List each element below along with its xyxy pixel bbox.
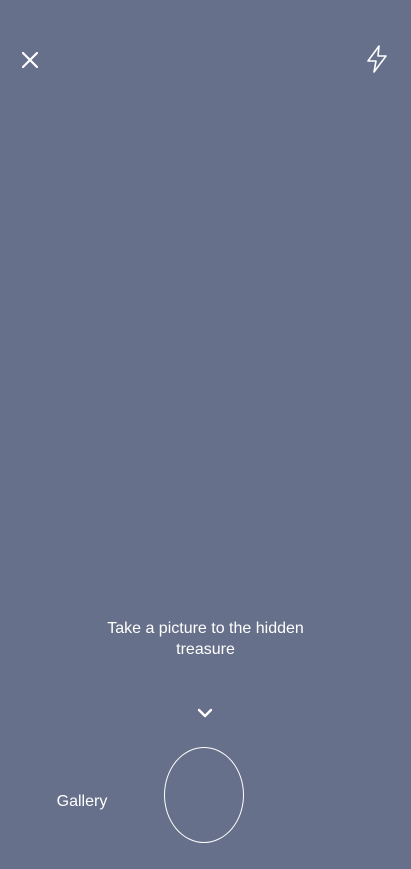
close-icon	[21, 51, 39, 69]
close-button[interactable]	[14, 44, 46, 76]
flash-toggle-button[interactable]	[360, 42, 394, 76]
chevron-down-icon	[197, 708, 213, 718]
collapse-hint-button[interactable]	[193, 702, 217, 724]
shutter-button[interactable]	[164, 747, 244, 843]
flash-icon	[367, 45, 387, 73]
gallery-button[interactable]: Gallery	[40, 792, 124, 812]
capture-hint-text: Take a picture to the hidden treasure	[107, 620, 304, 658]
